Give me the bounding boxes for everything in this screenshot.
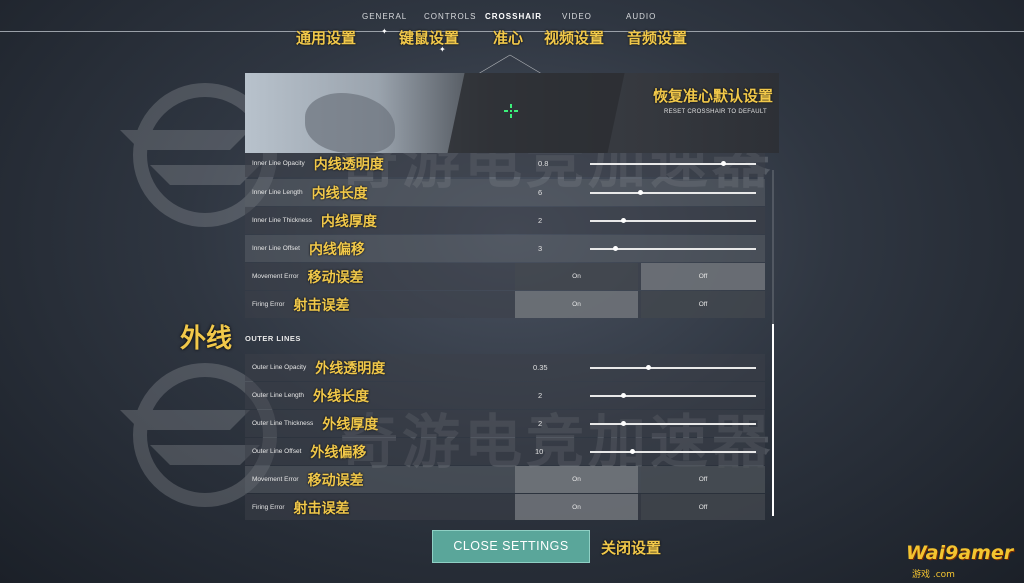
site-logo-sub: 游戏 .com [912,570,955,580]
outer-firing-error-on-button[interactable]: On [515,494,638,520]
outer-length-slider[interactable] [590,393,756,398]
setting-row-outer-thickness: Outer Line Thickness 外线厚度 2 [245,410,765,437]
inner-length-slider[interactable] [590,190,756,195]
setting-row-inner-thickness: Inner Line Thickness 内线厚度 2 [245,207,765,234]
setting-label-zh: 内线长度 [311,185,368,202]
movement-error-on-button[interactable]: On [515,263,638,290]
reset-crosshair-zh: 恢复准心默认设置 [652,87,773,105]
close-settings-button[interactable]: CLOSE SETTINGS [432,530,590,563]
crosshair-settings-list: Inner Line Opacity 内线透明度 0.8 Inner Line L… [245,153,779,520]
setting-row-inner-firing-error: Firing Error 射击误差 On Off [245,291,765,318]
setting-row-outer-movement-error: Movement Error 移动误差 On Off [245,466,765,493]
setting-label: Inner Line Offset [252,245,300,252]
setting-label-zh: 射击误差 [293,297,350,314]
tab-general-zh: 通用设置 [296,29,357,47]
setting-value[interactable]: 0.35 [533,354,548,381]
setting-label-zh: 外线偏移 [310,444,367,461]
section-title: OUTER LINES [245,334,301,343]
setting-row-outer-offset: Outer Line Offset 外线偏移 10 [245,438,765,465]
setting-label: Outer Line Thickness [252,420,314,427]
inner-thickness-slider[interactable] [590,218,756,223]
crosshair-icon [504,104,518,118]
setting-label: Inner Line Opacity [252,160,305,167]
setting-row-outer-length: Outer Line Length 外线长度 2 [245,382,765,409]
setting-label: Outer Line Offset [252,448,302,455]
setting-label-zh: 外线透明度 [315,360,386,377]
setting-row-inner-offset: Inner Line Offset 内线偏移 3 [245,235,765,262]
setting-label-zh: 移动误差 [307,269,364,286]
setting-label-zh: 内线偏移 [308,241,365,258]
slider-handle[interactable] [612,246,618,251]
setting-label-zh: 内线透明度 [313,156,384,173]
tab-controls-zh: 键鼠设置 [399,29,460,47]
setting-value[interactable]: 2 [538,410,542,437]
setting-label-zh: 外线长度 [313,388,370,405]
setting-value[interactable]: 0.8 [538,153,548,177]
preview-background [443,73,627,153]
setting-label-zh: 移动误差 [307,472,364,489]
movement-error-off-button[interactable]: Off [641,263,765,290]
setting-row-inner-opacity: Inner Line Opacity 内线透明度 0.8 [245,153,765,177]
setting-row-inner-length: Inner Line Length 内线长度 6 [245,179,765,206]
setting-label: Firing Error [252,301,285,308]
reset-crosshair-button[interactable]: RESET CROSSHAIR TO DEFAULT [664,109,767,115]
outer-opacity-slider[interactable] [590,365,756,370]
outer-movement-error-off-button[interactable]: Off [641,466,765,493]
site-logo: Wai9amer [906,542,1014,564]
outer-offset-slider[interactable] [590,449,756,454]
slider-handle[interactable] [637,190,643,195]
setting-label: Outer Line Opacity [252,364,307,371]
scrollbar-thumb[interactable] [772,324,774,516]
outer-movement-error-on-button[interactable]: On [515,466,638,493]
tab-audio-zh: 音频设置 [627,29,688,47]
slider-handle[interactable] [646,365,652,370]
slider-handle[interactable] [621,218,627,223]
setting-value[interactable]: 3 [538,235,542,262]
setting-value[interactable]: 2 [538,207,542,234]
inner-offset-slider[interactable] [590,246,756,251]
slider-handle[interactable] [629,449,635,454]
setting-value[interactable]: 10 [535,438,543,465]
slider-handle[interactable] [621,421,627,426]
setting-row-outer-opacity: Outer Line Opacity 外线透明度 0.35 [245,354,765,381]
setting-label-zh: 内线厚度 [320,213,377,230]
setting-label: Firing Error [252,504,285,511]
setting-row-inner-movement-error: Movement Error 移动误差 On Off [245,263,765,290]
setting-label-zh: 外线厚度 [322,416,379,433]
setting-value[interactable]: 2 [538,382,542,409]
firing-error-off-button[interactable]: Off [641,291,765,318]
slider-handle[interactable] [720,161,726,166]
slider-handle[interactable] [621,393,627,398]
setting-value[interactable]: 6 [538,179,542,206]
outer-thickness-slider[interactable] [590,421,756,426]
crosshair-preview: 恢复准心默认设置 RESET CROSSHAIR TO DEFAULT [245,73,779,153]
setting-label: Outer Line Length [252,392,305,399]
close-settings-zh: 关闭设置 [601,539,662,557]
tab-crosshair-zh: 准心 [493,29,524,47]
setting-row-outer-firing-error: Firing Error 射击误差 On Off [245,494,765,520]
preview-background [305,93,395,153]
setting-label: Inner Line Thickness [252,217,312,224]
setting-label: Movement Error [252,476,299,483]
tab-video-zh: 视频设置 [544,29,605,47]
setting-label-zh: 射击误差 [293,500,350,517]
setting-label: Inner Line Length [252,189,303,196]
outer-firing-error-off-button[interactable]: Off [641,494,765,520]
setting-label: Movement Error [252,273,299,280]
firing-error-on-button[interactable]: On [515,291,638,318]
inner-opacity-slider[interactable] [590,161,756,166]
section-title-zh: 外线 [180,324,233,354]
